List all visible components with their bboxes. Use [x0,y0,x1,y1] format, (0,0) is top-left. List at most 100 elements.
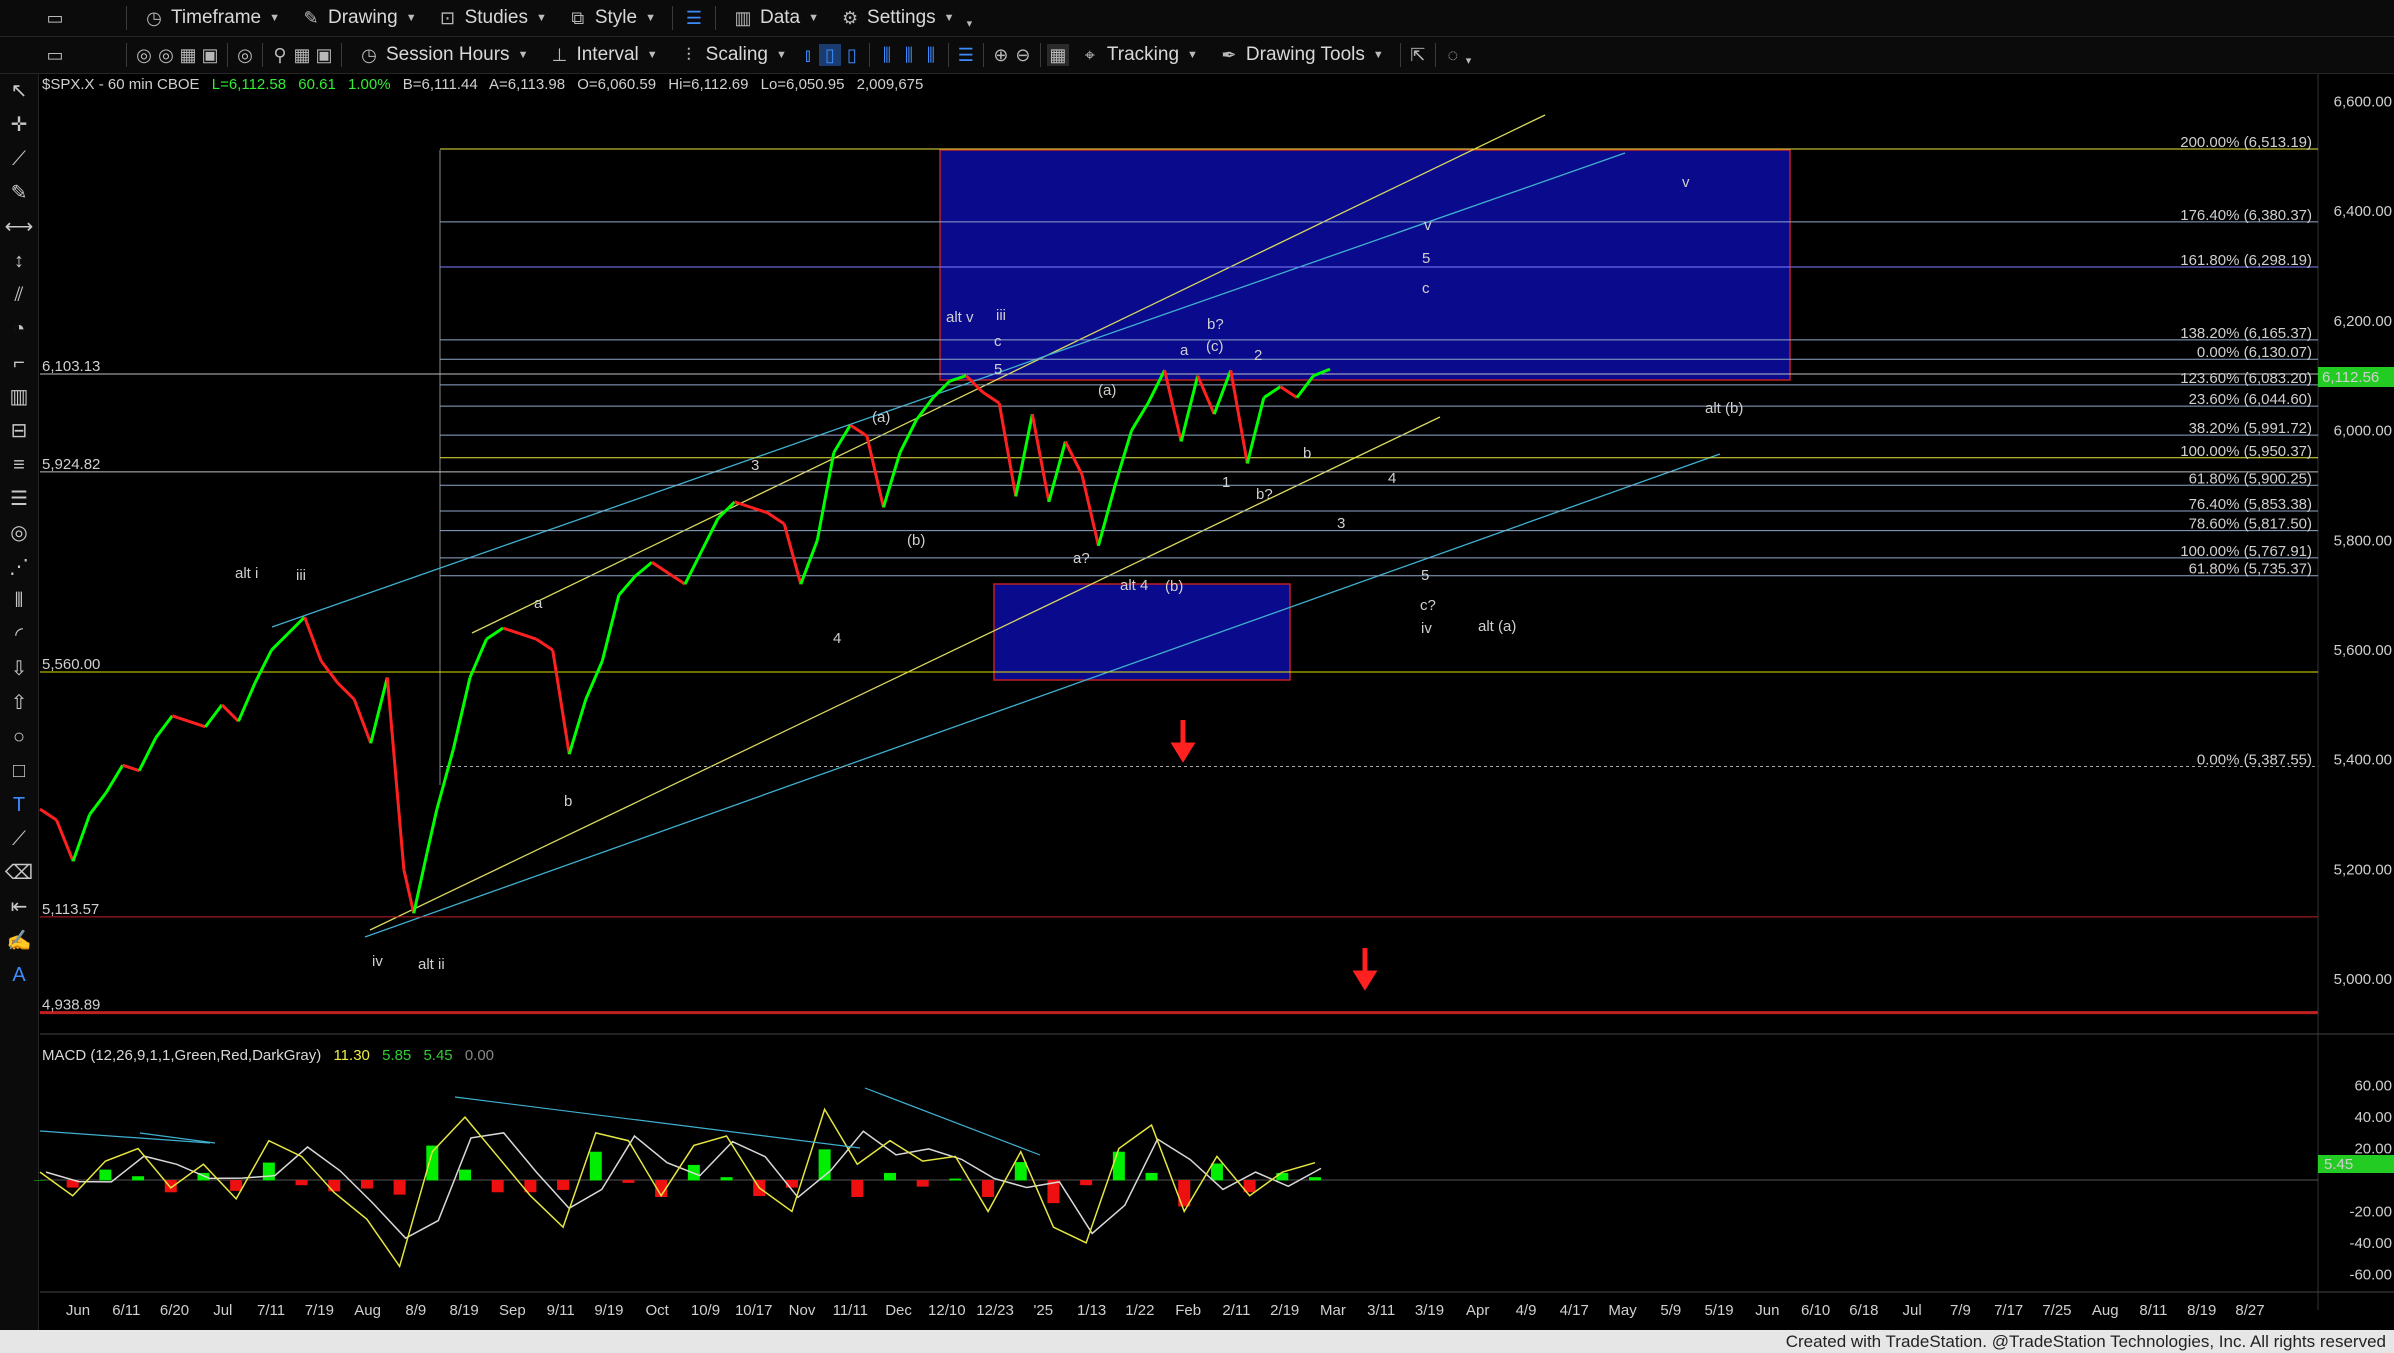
wave-label: 1 [1222,474,1230,491]
wave-label: c? [1420,597,1436,614]
time-axis-tick: 8/19 [450,1302,479,1319]
ask-price: A=6,113.98 [489,76,565,93]
price-segment [352,698,373,744]
price-segment [651,560,670,575]
time-axis-tick: 3/19 [1415,1302,1444,1319]
fib-level-label: 100.00% (5,950.37) [2180,443,2312,460]
time-axis-tick: Jun [66,1302,90,1319]
wave-label: 3 [751,457,759,474]
wave-label: 3 [1337,515,1345,532]
time-axis-tick: 9/19 [594,1302,623,1319]
macd-histogram-bar [459,1169,471,1181]
macd-histogram-bar [1014,1162,1027,1181]
horizontal-level-label: 5,924.82 [42,456,100,473]
price-segment [717,500,736,520]
time-axis-tick: 7/19 [305,1302,334,1319]
horizontal-level-label: 4,938.89 [42,997,100,1014]
time-axis-tick: 11/11 [833,1302,868,1319]
time-axis-tick: 8/19 [2187,1302,2216,1319]
horizontal-level-label: 5,113.57 [42,901,99,918]
macd-trendline [864,1087,1041,1156]
time-axis-tick: '25 [1034,1302,1054,1319]
time-axis-tick: 7/11 [257,1302,285,1319]
price-segment [667,571,686,586]
price-axis-tick: 5,000.00 [2334,971,2392,988]
price-segment [204,703,224,728]
wave-label: 5 [1422,250,1430,267]
price-segment [303,616,323,662]
macd-histogram-bar [99,1169,112,1181]
macd-trendline [454,1096,861,1149]
macd-series [34,1107,1322,1269]
macd-title: MACD (12,26,9,1,1,Green,Red,DarkGray) 11… [42,1047,494,1064]
wave-label: a [1180,342,1189,359]
wave-label: (c) [1206,338,1224,355]
price-segment [55,819,75,862]
fib-level-label: 138.20% (6,165.37) [2180,325,2312,342]
bid-price: B=6,111.44 [403,76,478,93]
wave-label: (b) [1165,578,1183,595]
price-segment [385,677,406,870]
wave-label: v [1682,174,1690,191]
time-axis-tick: 8/9 [405,1302,426,1319]
price-segment [104,764,124,794]
price-segment [782,523,803,585]
price-segment [799,539,819,585]
wave-label: c [994,333,1002,350]
price-segment [882,452,902,508]
wave-label: (a) [1098,382,1116,399]
macd-histogram-bar [295,1180,308,1186]
macd-trendline [139,1132,216,1144]
time-axis-tick: Jun [1755,1302,1779,1319]
price-segment [402,869,416,914]
time-axis-tick: 4/17 [1560,1302,1589,1319]
fib-level-label: 123.60% (6,083.20) [2180,370,2312,387]
price-segment [253,649,273,684]
price-axis-tick: 5,200.00 [2334,861,2392,878]
volume: 2,009,675 [857,76,924,93]
wave-label: b? [1256,486,1273,503]
chart-canvas[interactable]: $SPX.X - 60 min CBOE L=6,112.58 60.61 1.… [0,0,2394,1353]
lower-support-box[interactable] [993,583,1291,681]
macd-histogram-bar [262,1162,275,1181]
price-segment [750,505,769,515]
price-segment [88,791,108,816]
price-axis-tick: 6,200.00 [2334,313,2392,330]
footer-bar: Created with TradeStation. @TradeStation… [0,1330,2394,1353]
macd-histogram-bar [557,1180,570,1190]
price-axis-tick: 5,800.00 [2334,532,2392,549]
time-axis-tick: Sep [499,1302,526,1319]
price-segment [1245,397,1266,464]
macd-histogram-bar [1145,1172,1158,1181]
cyan-lower-channel-line[interactable] [364,453,1721,938]
price-axis-tick: 6,400.00 [2334,203,2392,220]
price-segment [567,698,588,755]
fib-level-label: 176.40% (6,380.37) [2180,207,2312,224]
wave-label: alt ii [418,956,445,973]
price-segment [997,402,1018,497]
price-segment [1263,385,1282,399]
macd-axis-tick: 40.00 [2354,1109,2392,1126]
price-segment [188,719,206,729]
time-axis-tick: 7/17 [1994,1302,2023,1319]
time-axis-tick: 12/10 [928,1302,966,1319]
macd-histogram-bar [851,1180,864,1197]
macd-histogram-bar [1210,1163,1223,1181]
time-axis-tick: 10/9 [691,1302,720,1319]
price-segment [634,561,653,578]
macd-axis-tick: -60.00 [2349,1266,2392,1283]
price-segment [535,637,554,652]
time-axis-tick: 7/25 [2042,1302,2071,1319]
price-segment [1196,375,1216,415]
wave-label: 5 [994,361,1002,378]
macd-name: MACD (12,26,9,1,1,Green,Red,DarkGray) [42,1047,321,1064]
current-price-tag-text: 6,112.56 [2322,369,2379,386]
high-price: Hi=6,112.69 [668,76,748,93]
fib-level-label: 100.00% (5,767.91) [2180,543,2312,560]
price-segment [336,681,356,701]
symbol-name: $SPX.X - 60 min CBOE [42,76,200,93]
wave-label: a [534,595,543,612]
macd-histogram-bar [622,1180,635,1183]
price-axis-tick: 6,600.00 [2334,93,2392,110]
macd-histogram-bar [132,1176,145,1181]
